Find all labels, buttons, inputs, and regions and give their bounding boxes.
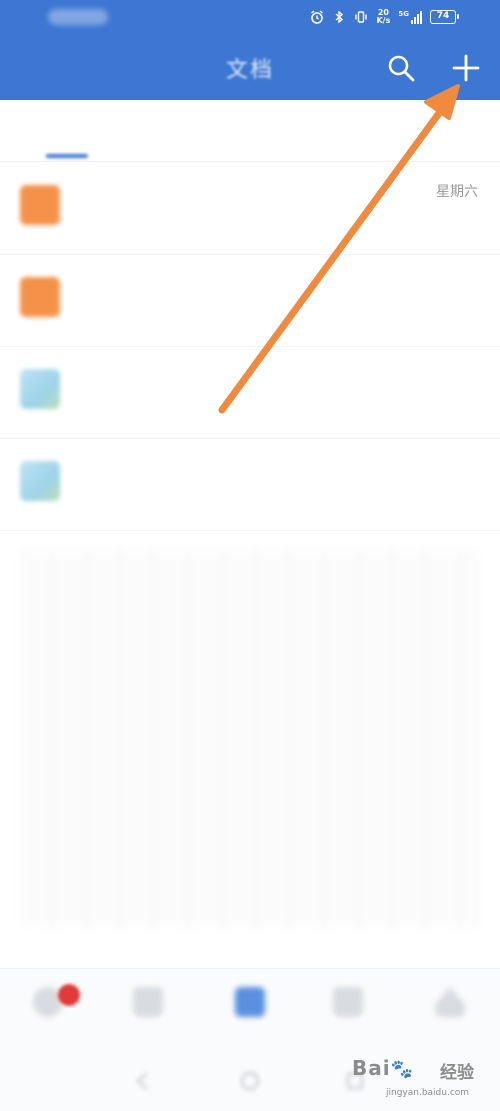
back-icon[interactable] (132, 1070, 154, 1092)
nav-contacts[interactable] (118, 987, 178, 1045)
nav-documents[interactable] (220, 987, 280, 1045)
blue-image-icon (20, 369, 60, 409)
watermark-cn: 经验 (440, 1063, 474, 1083)
profile-icon (435, 987, 465, 1017)
nav-profile[interactable] (420, 987, 480, 1045)
status-bar: 20 K/s 5G 74 (0, 0, 500, 34)
home-icon[interactable] (239, 1070, 261, 1092)
file-row[interactable] (0, 347, 500, 439)
search-icon[interactable] (386, 53, 416, 83)
tab-active-indicator (46, 154, 88, 158)
orange-doc-icon (20, 277, 60, 317)
notification-badge (58, 984, 80, 1006)
page-title: 文档 (225, 58, 274, 83)
file-row[interactable] (0, 255, 500, 347)
baidu-jingyan-watermark: Bai🐾 经验 jingyan.baidu.com (352, 1056, 492, 1108)
nav-workbench[interactable] (318, 987, 378, 1045)
battery-icon: 74 (430, 10, 459, 24)
signal-icon: 5G (398, 10, 422, 24)
network-speed: 20 K/s (376, 8, 391, 25)
orange-doc-icon (20, 185, 60, 225)
status-time (48, 9, 108, 25)
workbench-icon (333, 987, 363, 1017)
document-icon (235, 987, 265, 1017)
bottom-nav (0, 968, 500, 1048)
file-row[interactable] (0, 439, 500, 531)
watermark-logo: Bai🐾 (352, 1056, 415, 1080)
contacts-icon (133, 987, 163, 1017)
empty-list-area (20, 548, 480, 928)
blue-image-icon (20, 461, 60, 501)
app-header: 20 K/s 5G 74 文档 (0, 0, 500, 100)
plus-icon[interactable] (450, 52, 482, 84)
file-row[interactable]: 星期六 (0, 163, 500, 255)
status-icons: 20 K/s 5G 74 (310, 5, 459, 29)
file-date: 星期六 (436, 184, 478, 200)
tab-bar (0, 100, 500, 162)
vibrate-icon (355, 11, 368, 23)
watermark-url: jingyan.baidu.com (386, 1088, 470, 1098)
bluetooth-icon (336, 10, 344, 24)
alarm-icon (311, 10, 324, 24)
